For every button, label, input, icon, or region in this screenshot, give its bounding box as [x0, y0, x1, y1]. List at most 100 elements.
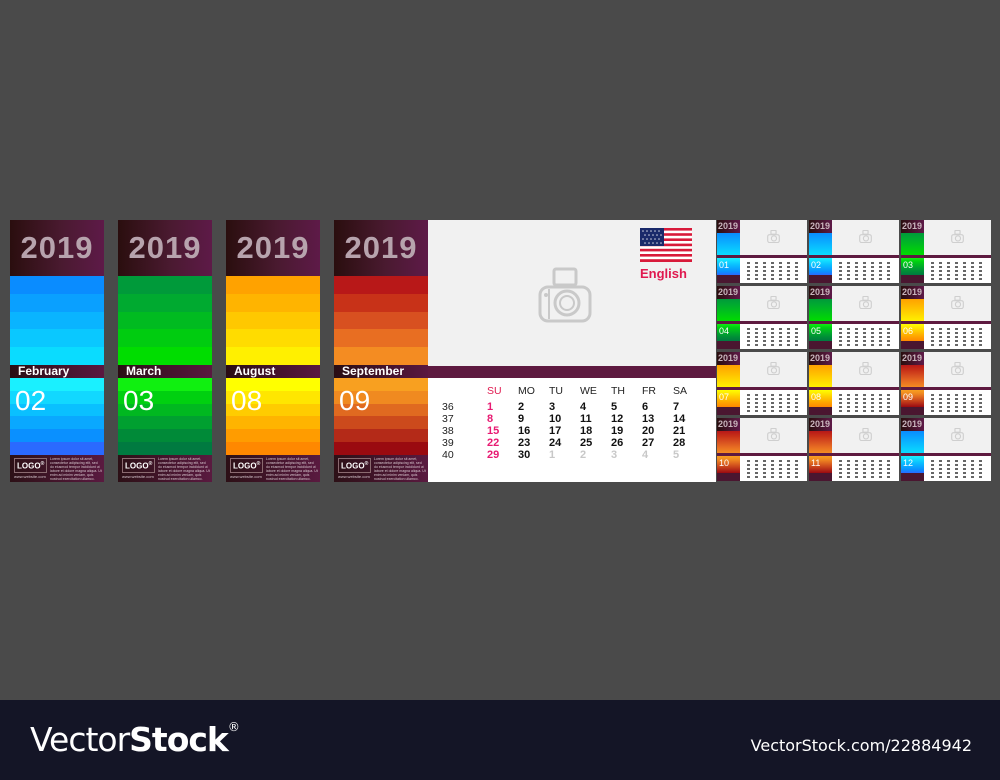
- year-label: 2019: [236, 230, 310, 265]
- camera-icon: [859, 428, 872, 441]
- mini-calendar: 2019 08: [809, 352, 899, 415]
- week-number: 39: [442, 437, 454, 449]
- camera-icon: [859, 230, 872, 243]
- mini-calendar: 2019 12: [901, 418, 991, 481]
- mini-calendar: 2019 07: [717, 352, 807, 415]
- camera-icon: [951, 230, 964, 243]
- mini-year: 2019: [810, 287, 831, 297]
- lorem-text: Lorem ipsum dolor sit amet, consectetur …: [158, 457, 210, 481]
- logo-placeholder: LOGO®: [230, 458, 264, 473]
- feature-calendar-card: English SU MO TU WE TH FR SA 36 1 2 3 4 5 6 7 37 8 9 10 11 1…: [428, 220, 716, 482]
- day-cell: 24: [549, 437, 562, 449]
- mini-year: 2019: [902, 419, 923, 429]
- mini-month-number: 02: [811, 260, 822, 270]
- mini-day-grid: [747, 260, 803, 280]
- day-cell: 5: [673, 449, 680, 461]
- lorem-text: Lorem ipsum dolor sit amet, consectetur …: [266, 457, 318, 481]
- image-url: VectorStock.com/22884942: [750, 736, 972, 755]
- day-cell: 2: [518, 401, 525, 413]
- strip-footer: LOGO® www.website.com Lorem ipsum dolor …: [118, 455, 212, 482]
- weekday-header: SU MO TU WE TH FR SA: [442, 381, 704, 401]
- website-text: www.website.com: [338, 474, 370, 479]
- mini-day-grid: [839, 392, 895, 412]
- mini-photo: [924, 220, 991, 255]
- mini-year: 2019: [718, 287, 739, 297]
- day-cell: 26: [611, 437, 624, 449]
- mini-month-number: 12: [903, 458, 914, 468]
- logo-placeholder: LOGO®: [14, 458, 48, 473]
- month-number: 08: [231, 385, 263, 416]
- color-bands: [226, 276, 320, 365]
- day-cell: 15: [487, 425, 500, 437]
- year-header: 2019: [334, 220, 428, 276]
- year-label: 2019: [128, 230, 202, 265]
- lorem-text: Lorem ipsum dolor sit amet, consectetur …: [50, 457, 102, 481]
- weekday-label: MO: [518, 385, 535, 397]
- week-row: 36 1 2 3 4 5 6 7: [442, 401, 704, 413]
- day-cell: 8: [487, 413, 494, 425]
- mini-photo: [832, 418, 899, 453]
- camera-icon: [767, 296, 780, 309]
- camera-icon: [859, 296, 872, 309]
- color-bands: [118, 276, 212, 365]
- year-header: 2019: [118, 220, 212, 276]
- mini-photo: [740, 352, 807, 387]
- month-strip: 2019 August 08 LOGO® www.website.com Lor…: [226, 220, 320, 482]
- mini-calendar: 2019 03: [901, 220, 991, 283]
- mini-calendar: 2019 05: [809, 286, 899, 349]
- month-number: 09: [339, 385, 371, 416]
- month-name: February: [18, 364, 70, 378]
- day-cell: 1: [487, 401, 494, 413]
- mini-photo: [740, 418, 807, 453]
- mini-year: 2019: [902, 287, 923, 297]
- day-cell: 9: [518, 413, 525, 425]
- mini-year: 2019: [810, 353, 831, 363]
- camera-icon: [767, 230, 780, 243]
- month-strip: 2019 February 02 LOGO® www.website.com L…: [10, 220, 104, 482]
- day-cell: 23: [518, 437, 531, 449]
- day-cell: 14: [673, 413, 686, 425]
- week-row: 37 8 9 10 11 12 13 14: [442, 413, 704, 425]
- day-cell: 22: [487, 437, 500, 449]
- day-cell: 18: [580, 425, 593, 437]
- weekday-label: TU: [549, 385, 563, 397]
- week-number: 37: [442, 413, 454, 425]
- month-name: August: [234, 364, 276, 378]
- mini-day-grid: [931, 326, 987, 346]
- mini-photo: [924, 418, 991, 453]
- brand-logo: VectorStock®: [30, 720, 240, 759]
- day-cell: 7: [673, 401, 680, 413]
- mini-year: 2019: [718, 353, 739, 363]
- lorem-text: Lorem ipsum dolor sit amet, consectetur …: [374, 457, 426, 481]
- day-cell: 10: [549, 413, 562, 425]
- day-cell: 4: [642, 449, 649, 461]
- website-text: www.website.com: [14, 474, 46, 479]
- mini-day-grid: [839, 458, 895, 478]
- day-cell: 5: [611, 401, 618, 413]
- mini-year: 2019: [902, 221, 923, 231]
- day-cell: 16: [518, 425, 531, 437]
- us-flag-icon: [640, 228, 692, 262]
- week-row: 38 15 16 17 18 19 20 21: [442, 425, 704, 437]
- mini-photo: [924, 352, 991, 387]
- year-header: 2019: [226, 220, 320, 276]
- mini-photo: [740, 286, 807, 321]
- camera-icon: [767, 428, 780, 441]
- mini-year: 2019: [718, 419, 739, 429]
- mini-calendar: 2019 01: [717, 220, 807, 283]
- mini-month-number: 08: [811, 392, 822, 402]
- logo-placeholder: LOGO®: [338, 458, 372, 473]
- mini-month-number: 07: [719, 392, 730, 402]
- mini-month-number: 11: [811, 458, 821, 468]
- mini-photo: [924, 286, 991, 321]
- strip-footer: LOGO® www.website.com Lorem ipsum dolor …: [334, 455, 428, 482]
- day-cell: 19: [611, 425, 624, 437]
- mini-photo: [832, 220, 899, 255]
- logo-placeholder: LOGO®: [122, 458, 156, 473]
- mini-day-grid: [839, 326, 895, 346]
- day-cell: 27: [642, 437, 655, 449]
- year-header: 2019: [10, 220, 104, 276]
- day-cell: 3: [611, 449, 618, 461]
- year-label: 2019: [20, 230, 94, 265]
- mini-day-grid: [747, 326, 803, 346]
